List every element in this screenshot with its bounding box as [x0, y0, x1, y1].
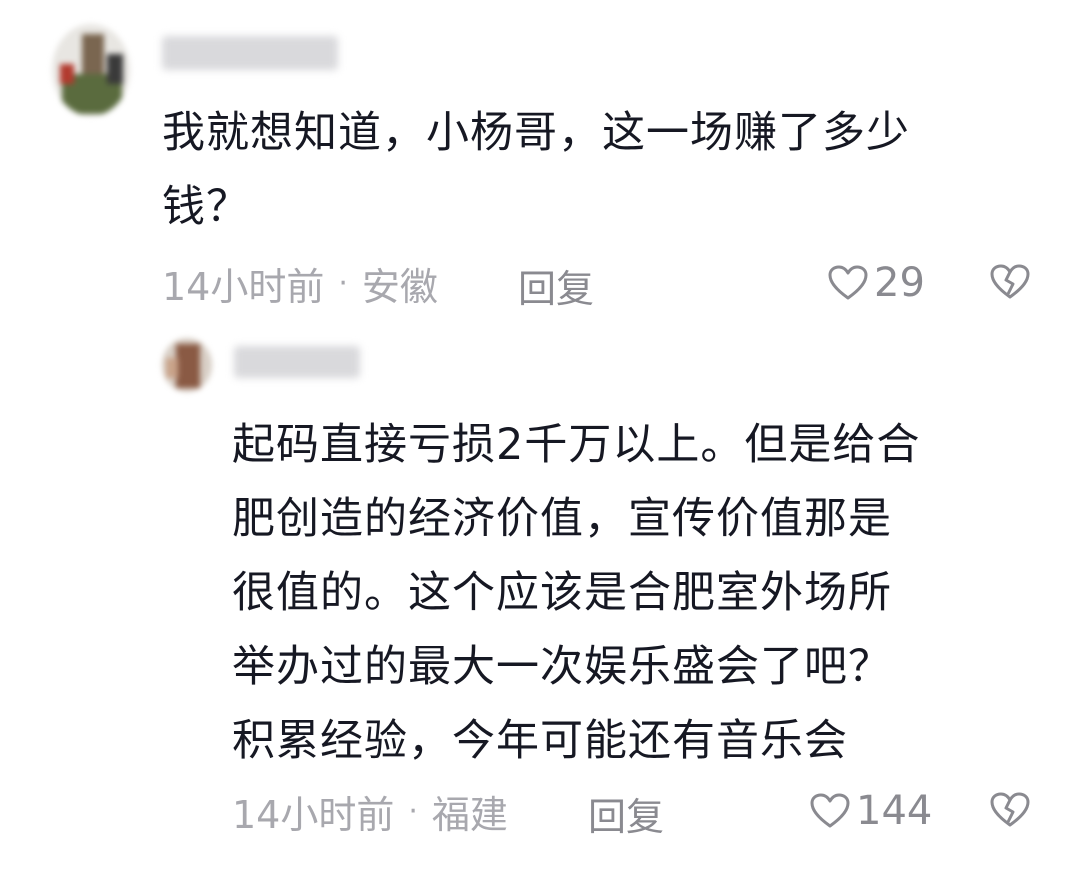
reply-button[interactable]: 回复 [588, 786, 664, 841]
username-obscured[interactable] [234, 346, 360, 378]
heart-outline-icon [828, 265, 868, 300]
reply-meta: 14小时前 · 福建 [232, 788, 508, 837]
comment-location: 安徽 [361, 264, 438, 309]
comment-text: 我就想知道，小杨哥，这一场赚了多少 钱？ [162, 108, 910, 232]
like-count: 144 [856, 788, 933, 834]
comment-meta: 14小时前 · 安徽 [162, 260, 438, 309]
reply-location: 福建 [431, 792, 508, 837]
like-button[interactable]: 29 [828, 258, 925, 308]
meta-separator: · [408, 793, 418, 829]
reply-button[interactable]: 回复 [518, 258, 594, 313]
meta-separator: · [338, 265, 348, 301]
broken-heart-icon[interactable] [990, 264, 1030, 300]
username-obscured[interactable] [162, 36, 338, 70]
avatar[interactable] [52, 24, 130, 116]
like-button[interactable]: 144 [810, 786, 932, 836]
comment-time: 14小时前 [162, 264, 325, 309]
reply-text: 起码直接亏损2千万以上。但是给合 肥创造的经济价值，宣传价值那是 很值的。这个应… [232, 420, 921, 766]
heart-outline-icon [810, 793, 850, 828]
avatar[interactable] [162, 338, 212, 392]
broken-heart-icon[interactable] [990, 792, 1030, 828]
like-count: 29 [874, 260, 925, 306]
reply-time: 14小时前 [232, 792, 395, 837]
